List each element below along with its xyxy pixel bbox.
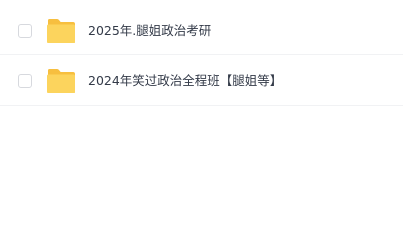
file-row-folder[interactable]: 2025年.腿姐政治考研 — [0, 0, 403, 55]
folder-icon — [46, 68, 76, 94]
file-list: 2025年.腿姐政治考研 2024年笑过政治全程班【腿姐等】 — [0, 0, 403, 106]
row-checkbox[interactable] — [18, 24, 32, 38]
row-checkbox[interactable] — [18, 74, 32, 88]
file-row-folder[interactable]: 2024年笑过政治全程班【腿姐等】 — [0, 55, 403, 106]
file-name[interactable]: 2025年.腿姐政治考研 — [88, 23, 211, 39]
file-name[interactable]: 2024年笑过政治全程班【腿姐等】 — [88, 73, 282, 89]
folder-icon — [46, 18, 76, 44]
